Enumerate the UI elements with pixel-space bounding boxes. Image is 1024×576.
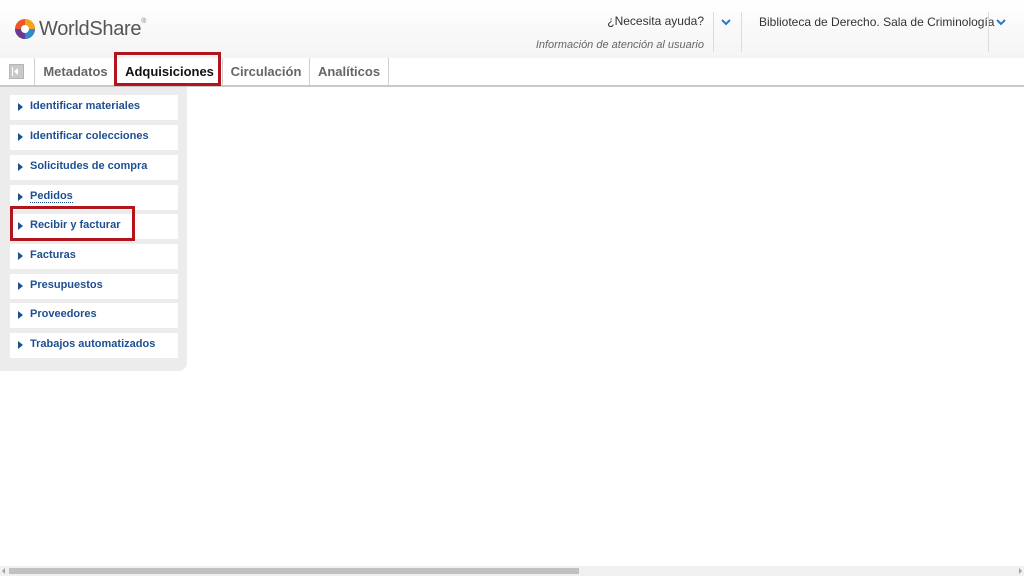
sidebar-item-proveedores[interactable]: Proveedores bbox=[10, 303, 178, 328]
header-divider bbox=[988, 12, 989, 52]
scroll-left-icon[interactable] bbox=[0, 566, 8, 576]
help-subtitle[interactable]: Información de atención al usuario bbox=[536, 39, 704, 51]
help-title[interactable]: ¿Necesita ayuda? bbox=[536, 14, 704, 28]
triangle-right-icon bbox=[18, 252, 23, 260]
sidebar-item-trabajos-automatizados[interactable]: Trabajos automatizados bbox=[10, 333, 178, 358]
help-block[interactable]: ¿Necesita ayuda? Información de atención… bbox=[536, 14, 704, 51]
highlight-box-tab bbox=[114, 52, 221, 86]
sidebar-item-identificar-materiales[interactable]: Identificar materiales bbox=[10, 95, 178, 120]
collapse-sidebar-button[interactable] bbox=[9, 64, 24, 79]
sidebar-item-label: Facturas bbox=[30, 249, 76, 261]
tab-analiticos[interactable]: Analíticos bbox=[309, 58, 389, 85]
highlight-box-nav bbox=[10, 206, 135, 241]
triangle-right-icon bbox=[18, 193, 23, 201]
triangle-right-icon bbox=[18, 103, 23, 111]
tab-metadatos[interactable]: Metadatos bbox=[34, 58, 116, 85]
scrollbar-thumb[interactable] bbox=[9, 568, 579, 574]
sidebar-item-solicitudes-de-compra[interactable]: Solicitudes de compra bbox=[10, 155, 178, 180]
horizontal-scrollbar[interactable] bbox=[0, 566, 1024, 576]
sidebar-item-label: Pedidos bbox=[30, 190, 73, 203]
worldshare-logo-icon bbox=[15, 19, 35, 39]
sidebar-item-label: Proveedores bbox=[30, 308, 97, 320]
triangle-right-icon bbox=[18, 282, 23, 290]
sidebar-item-label: Trabajos automatizados bbox=[30, 338, 156, 350]
triangle-right-icon bbox=[18, 311, 23, 319]
header-divider bbox=[741, 12, 742, 52]
chevron-down-icon[interactable] bbox=[994, 15, 1008, 29]
sidebar-item-label: Solicitudes de compra bbox=[30, 160, 148, 172]
chevron-down-icon[interactable] bbox=[719, 15, 733, 29]
sidebar-item-label: Presupuestos bbox=[30, 279, 103, 291]
branch-selector-label[interactable]: Biblioteca de Derecho. Sala de Criminolo… bbox=[759, 15, 994, 29]
logo[interactable]: WorldShare® bbox=[14, 16, 146, 42]
tab-circulacion[interactable]: Circulación bbox=[222, 58, 309, 85]
sidebar-item-label: Identificar colecciones bbox=[30, 130, 149, 142]
sidebar-item-label: Identificar materiales bbox=[30, 100, 141, 112]
collapse-left-icon bbox=[12, 67, 18, 76]
sidebar-item-facturas[interactable]: Facturas bbox=[10, 244, 178, 269]
sidebar-item-presupuestos[interactable]: Presupuestos bbox=[10, 274, 178, 299]
scroll-right-icon[interactable] bbox=[1016, 566, 1024, 576]
app-header: WorldShare® ¿Necesita ayuda? Información… bbox=[0, 0, 1024, 59]
logo-text: WorldShare® bbox=[39, 17, 147, 40]
triangle-right-icon bbox=[18, 341, 23, 349]
header-divider bbox=[713, 12, 714, 52]
triangle-right-icon bbox=[18, 133, 23, 141]
triangle-right-icon bbox=[18, 163, 23, 171]
sidebar-item-identificar-colecciones[interactable]: Identificar colecciones bbox=[10, 125, 178, 150]
